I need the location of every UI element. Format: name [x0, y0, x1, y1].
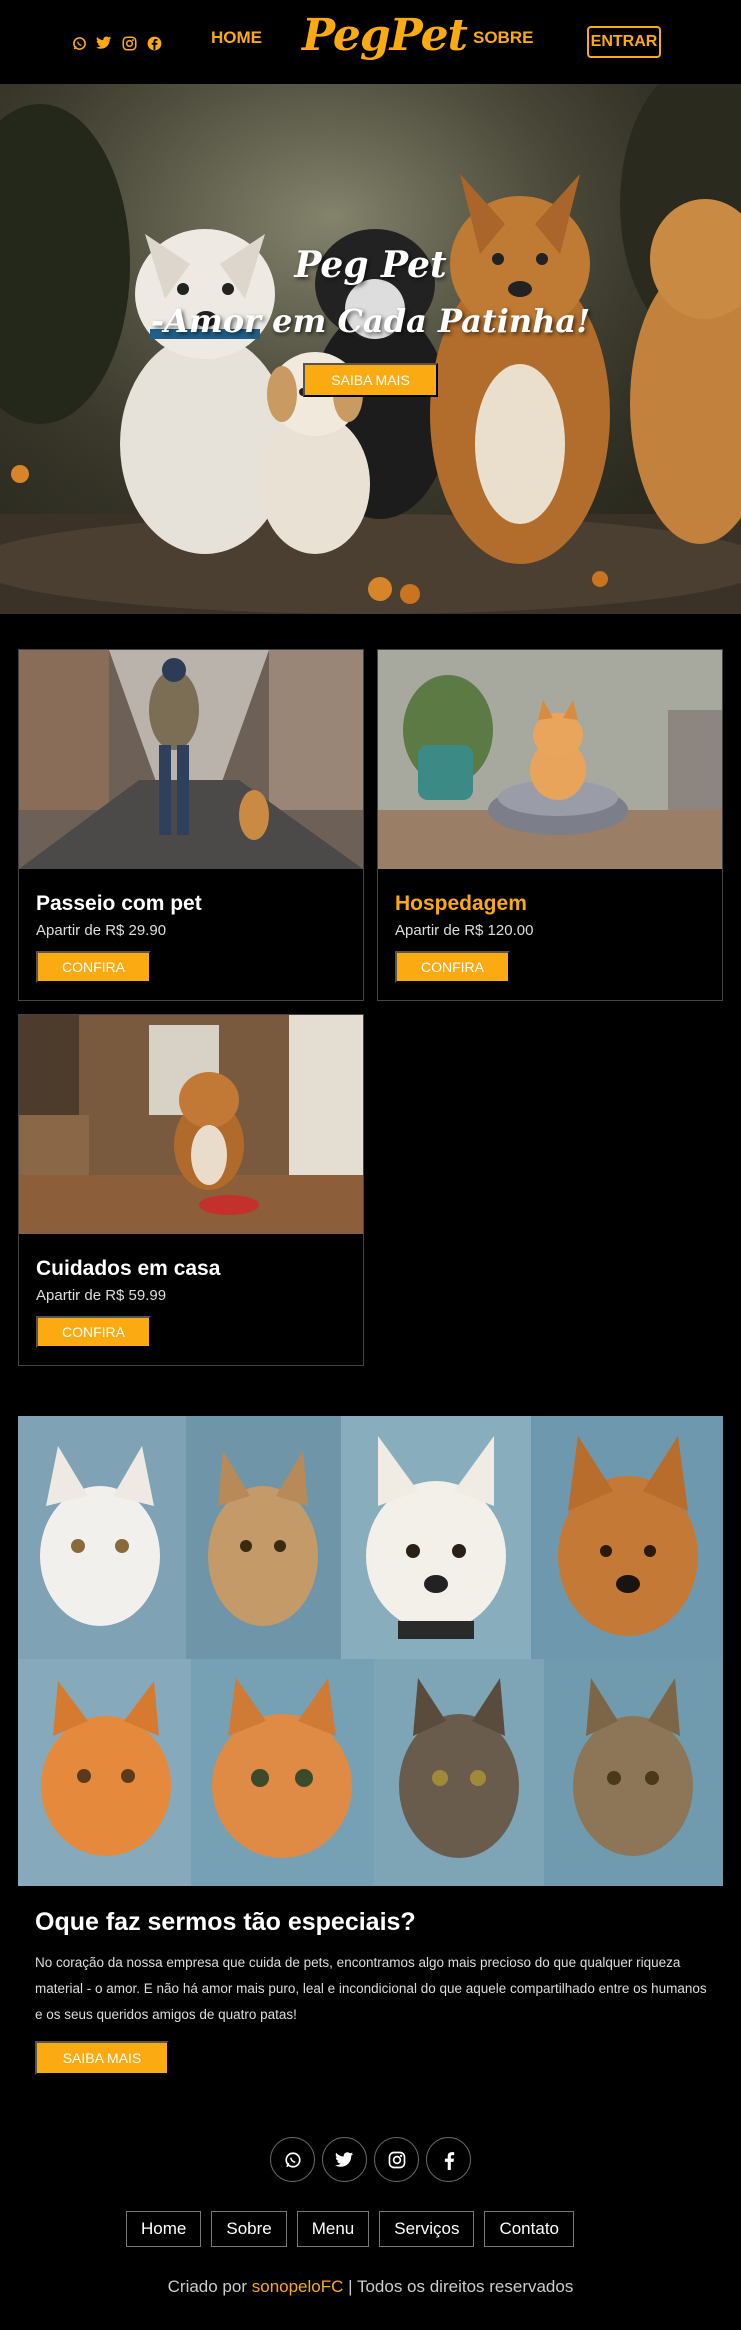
credits-author-link[interactable]: sonopeloFC	[252, 2277, 344, 2296]
footer-link-sobre[interactable]: Sobre	[211, 2211, 287, 2247]
login-button[interactable]: ENTRAR	[587, 26, 661, 58]
special-saiba-mais-button[interactable]: SAIBA MAIS	[35, 2041, 169, 2075]
pets-gallery-image	[18, 1416, 723, 1886]
footer-social-links	[270, 2137, 471, 2182]
confira-button[interactable]: CONFIRA	[36, 1316, 151, 1348]
service-card-passeio: Passeio com pet Apartir de R$ 29.90 CONF…	[18, 649, 364, 1001]
service-image-home-care	[19, 1015, 363, 1234]
service-title: Cuidados em casa	[36, 1257, 221, 1280]
credits-prefix: Criado por	[167, 2277, 252, 2296]
footer-nav: Home Sobre Menu Serviços Contato	[126, 2211, 574, 2247]
instagram-icon[interactable]	[374, 2137, 419, 2182]
facebook-icon[interactable]	[426, 2137, 471, 2182]
confira-button[interactable]: CONFIRA	[395, 951, 510, 983]
credits-suffix: | Todos os direitos reservados	[343, 2277, 574, 2296]
site-header: HOME PegPet SOBRE ENTRAR	[0, 0, 741, 84]
service-title: Passeio com pet	[36, 892, 202, 915]
facebook-icon[interactable]	[145, 34, 163, 52]
hero-banner: Peg Pet -Amor em Cada Patinha! SAIBA MAI…	[0, 84, 741, 614]
hero-subtitle: -Amor em Cada Patinha!	[150, 302, 591, 340]
service-title: Hospedagem	[395, 892, 527, 915]
twitter-icon[interactable]	[95, 34, 113, 52]
site-logo[interactable]: PegPet	[302, 10, 468, 61]
service-price: Apartir de R$ 59.99	[36, 1287, 167, 1304]
service-price: Apartir de R$ 29.90	[36, 922, 167, 939]
hero-dogs-image	[0, 84, 741, 614]
special-section-title: Oque faz sermos tão especiais?	[35, 1908, 416, 1936]
service-image-lodging	[378, 650, 722, 869]
service-image-walk	[19, 650, 363, 869]
footer-link-menu[interactable]: Menu	[296, 2211, 370, 2247]
header-social-links	[70, 34, 163, 52]
footer-link-home[interactable]: Home	[126, 2211, 202, 2247]
hero-saiba-mais-button[interactable]: SAIBA MAIS	[303, 363, 438, 397]
instagram-icon[interactable]	[120, 34, 138, 52]
service-card-cuidados: Cuidados em casa Apartir de R$ 59.99 CON…	[18, 1014, 364, 1366]
nav-home-link[interactable]: HOME	[211, 28, 262, 48]
confira-button[interactable]: CONFIRA	[36, 951, 151, 983]
nav-sobre-link[interactable]: SOBRE	[473, 28, 533, 48]
service-price: Apartir de R$ 120.00	[395, 922, 534, 939]
footer-link-servicos[interactable]: Serviços	[379, 2211, 475, 2247]
footer-credits: Criado por sonopeloFC | Todos os direito…	[0, 2277, 741, 2297]
hero-title: Peg Pet	[294, 244, 447, 286]
service-card-hospedagem: Hospedagem Apartir de R$ 120.00 CONFIRA	[377, 649, 723, 1001]
footer-link-contato[interactable]: Contato	[484, 2211, 574, 2247]
whatsapp-icon[interactable]	[70, 34, 88, 52]
special-section-text: No coração da nossa empresa que cuida de…	[35, 1955, 707, 2022]
twitter-icon[interactable]	[322, 2137, 367, 2182]
whatsapp-icon[interactable]	[270, 2137, 315, 2182]
